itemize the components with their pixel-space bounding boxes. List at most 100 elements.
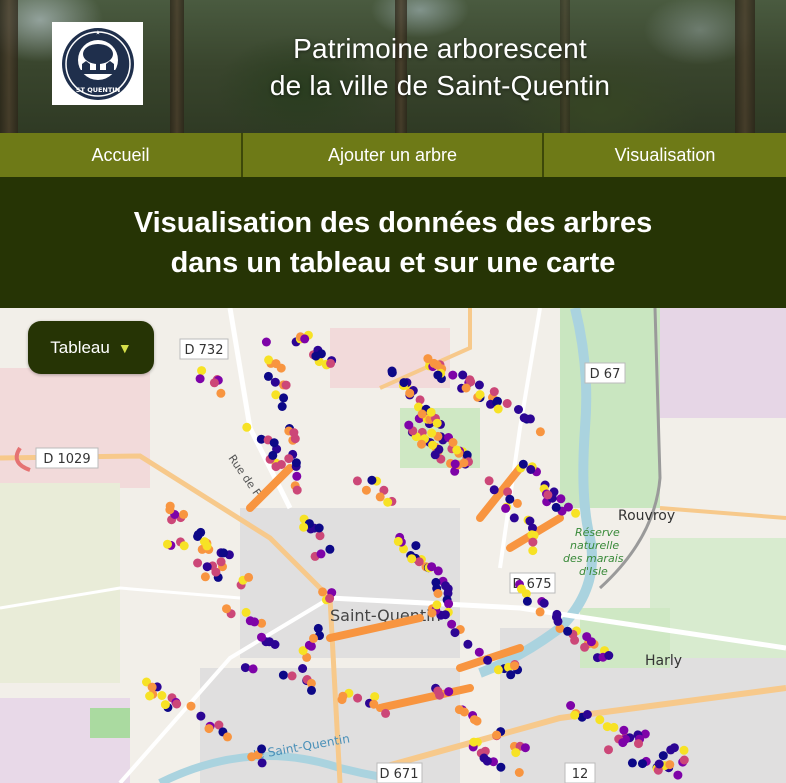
tree-marker[interactable] — [325, 544, 335, 554]
tree-marker[interactable] — [493, 404, 503, 414]
tree-marker[interactable] — [277, 402, 287, 411]
tree-marker[interactable] — [244, 572, 254, 582]
tree-marker[interactable] — [216, 557, 226, 567]
tree-marker[interactable] — [338, 691, 348, 701]
tree-marker[interactable] — [428, 440, 438, 450]
tree-marker[interactable] — [444, 687, 454, 697]
tree-marker[interactable] — [381, 708, 391, 718]
tree-marker[interactable] — [458, 370, 468, 380]
tree-marker[interactable] — [514, 768, 524, 777]
tree-marker[interactable] — [261, 337, 271, 347]
tree-marker[interactable] — [281, 380, 291, 390]
tree-marker[interactable] — [202, 541, 212, 551]
nav-item-ajouter-un-arbre[interactable]: Ajouter un arbre — [243, 133, 544, 177]
tree-marker[interactable] — [435, 690, 445, 700]
tree-marker[interactable] — [298, 664, 308, 673]
tree-marker[interactable] — [539, 598, 549, 608]
tree-marker[interactable] — [595, 715, 605, 725]
tree-marker[interactable] — [469, 737, 479, 747]
tree-marker[interactable] — [196, 711, 206, 721]
tree-marker[interactable] — [426, 407, 436, 417]
tree-marker[interactable] — [618, 738, 628, 748]
tree-marker[interactable] — [673, 770, 683, 780]
tree-marker[interactable] — [197, 366, 207, 376]
tree-marker[interactable] — [427, 608, 437, 618]
tree-marker[interactable] — [447, 619, 457, 629]
tree-marker[interactable] — [157, 691, 167, 700]
tree-marker[interactable] — [535, 427, 545, 437]
tree-marker[interactable] — [432, 360, 442, 370]
tree-marker[interactable] — [284, 454, 294, 464]
tree-marker[interactable] — [242, 422, 252, 432]
tree-marker[interactable] — [638, 759, 647, 769]
tree-marker[interactable] — [219, 548, 228, 558]
tree-marker[interactable] — [571, 508, 581, 518]
tree-marker[interactable] — [307, 685, 316, 695]
tree-marker[interactable] — [679, 745, 689, 755]
tree-marker[interactable] — [240, 663, 250, 673]
tree-marker[interactable] — [202, 562, 212, 572]
tree-marker[interactable] — [433, 370, 443, 380]
tree-marker[interactable] — [270, 640, 280, 649]
tree-marker[interactable] — [325, 594, 335, 603]
tree-marker[interactable] — [290, 434, 300, 444]
tree-marker[interactable] — [145, 691, 155, 701]
tree-marker[interactable] — [461, 383, 471, 393]
tree-marker[interactable] — [417, 409, 427, 419]
tree-marker[interactable] — [318, 587, 328, 597]
tree-marker[interactable] — [195, 374, 205, 384]
tree-marker[interactable] — [287, 671, 297, 681]
tree-marker[interactable] — [489, 485, 499, 495]
tree-marker[interactable] — [383, 497, 393, 507]
tree-marker[interactable] — [369, 699, 379, 709]
tree-marker[interactable] — [299, 522, 309, 532]
nav-item-accueil[interactable]: Accueil — [0, 133, 243, 177]
tree-marker[interactable] — [604, 651, 614, 660]
tree-marker[interactable] — [407, 554, 417, 564]
tree-marker[interactable] — [248, 664, 258, 674]
tree-marker[interactable] — [204, 724, 214, 734]
tree-marker[interactable] — [216, 388, 226, 398]
tree-marker[interactable] — [393, 536, 403, 546]
tree-marker[interactable] — [665, 760, 675, 770]
tree-marker[interactable] — [535, 607, 545, 617]
tree-marker[interactable] — [263, 371, 273, 381]
tree-marker[interactable] — [492, 730, 502, 740]
tree-marker[interactable] — [405, 388, 415, 398]
tree-marker[interactable] — [186, 701, 196, 711]
tree-marker[interactable] — [309, 633, 318, 643]
tree-marker[interactable] — [193, 558, 203, 568]
tree-marker[interactable] — [427, 428, 437, 438]
nav-item-visualisation[interactable]: Visualisation — [544, 133, 786, 177]
tree-marker[interactable] — [209, 378, 219, 388]
tree-marker[interactable] — [448, 370, 458, 380]
tree-marker[interactable] — [291, 458, 301, 468]
tree-marker[interactable] — [528, 546, 538, 556]
tree-marker[interactable] — [450, 628, 460, 638]
tree-marker[interactable] — [179, 509, 189, 519]
tree-marker[interactable] — [279, 393, 289, 403]
tree-marker[interactable] — [160, 700, 170, 710]
tree-marker[interactable] — [292, 471, 302, 481]
tree-marker[interactable] — [444, 599, 454, 609]
tree-marker[interactable] — [509, 513, 519, 523]
tree-marker[interactable] — [440, 610, 450, 620]
tree-marker[interactable] — [452, 445, 462, 455]
tree-marker[interactable] — [502, 399, 512, 408]
tree-marker[interactable] — [522, 596, 532, 606]
tree-marker[interactable] — [463, 639, 473, 649]
tree-marker[interactable] — [432, 600, 442, 610]
tree-marker[interactable] — [543, 490, 553, 500]
tree-marker[interactable] — [570, 710, 580, 720]
tree-marker[interactable] — [222, 604, 231, 614]
tree-marker[interactable] — [179, 541, 189, 551]
map-canvas[interactable]: D 732 D 67 D 1029 D 675 D 671 12 Rue de … — [0, 308, 786, 783]
tree-marker[interactable] — [511, 748, 521, 758]
tree-marker[interactable] — [627, 758, 637, 768]
tree-marker[interactable] — [489, 387, 499, 397]
tree-marker[interactable] — [433, 589, 443, 598]
tree-marker[interactable] — [247, 752, 257, 762]
tree-marker[interactable] — [211, 567, 221, 577]
tree-marker[interactable] — [459, 707, 469, 717]
tree-marker[interactable] — [163, 539, 172, 549]
